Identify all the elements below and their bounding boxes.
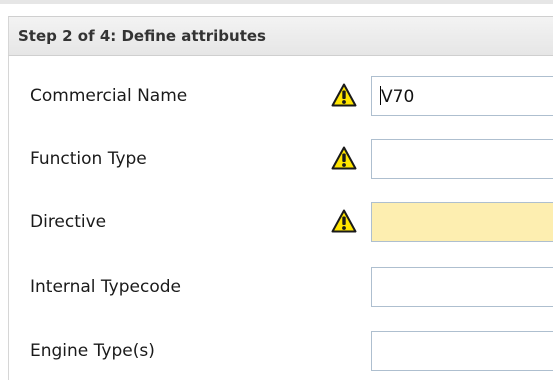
internal-typecode-label: Internal Typecode: [30, 277, 181, 297]
commercial-name-value: V70: [381, 87, 415, 107]
attributes-form: Commercial Name V70 Function Type Direct…: [8, 56, 553, 380]
directive-label: Directive: [30, 212, 107, 232]
engine-types-label: Engine Type(s): [30, 341, 155, 361]
commercial-name-label: Commercial Name: [30, 86, 188, 106]
warning-icon: [331, 83, 357, 107]
form-row-commercial-name: Commercial Name V70: [9, 73, 553, 119]
step-title: Step 2 of 4: Define attributes: [18, 27, 266, 45]
warning-icon: [331, 209, 357, 233]
form-row-engine-types: Engine Type(s): [9, 328, 553, 374]
function-type-input[interactable]: [371, 139, 553, 179]
form-row-internal-typecode: Internal Typecode: [9, 264, 553, 310]
attributes-panel: Step 2 of 4: Define attributes Commercia…: [0, 0, 553, 380]
directive-input[interactable]: [371, 202, 553, 242]
warning-icon: [331, 146, 357, 170]
internal-typecode-input[interactable]: [371, 267, 553, 307]
engine-types-input[interactable]: [371, 331, 553, 371]
function-type-label: Function Type: [30, 149, 147, 169]
form-row-function-type: Function Type: [9, 136, 553, 182]
commercial-name-input[interactable]: V70: [371, 76, 553, 116]
step-header: Step 2 of 4: Define attributes: [8, 16, 553, 56]
form-row-directive: Directive: [9, 199, 553, 245]
